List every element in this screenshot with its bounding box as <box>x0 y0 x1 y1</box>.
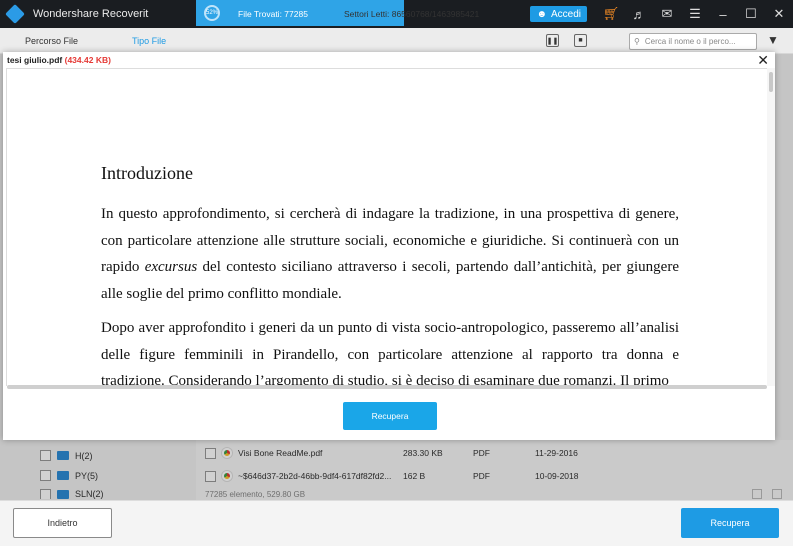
tab-file-type[interactable]: Tipo File <box>132 36 166 46</box>
horizontal-scrollbar[interactable] <box>7 385 767 389</box>
back-button[interactable]: Indietro <box>13 508 112 538</box>
sectors-read: Settori Letti: 86560768/1463985421 <box>344 9 480 19</box>
footer <box>0 500 793 546</box>
preview-filename: tesi giulio.pdf <box>7 55 63 65</box>
files-found: File Trovati: 77285 <box>238 9 308 19</box>
document-viewer[interactable]: Introduzione In questo approfondimento, … <box>6 68 768 386</box>
close-icon[interactable]: ✕ <box>765 0 793 28</box>
cart-icon[interactable]: 🛒︎ <box>597 0 625 28</box>
login-label: Accedi <box>550 8 581 20</box>
recover-button[interactable]: Recupera <box>681 508 779 538</box>
preview-filesize: (434.42 KB) <box>64 55 111 65</box>
search-placeholder: Cerca il nome o il perco... <box>644 37 736 46</box>
scrollbar-thumb[interactable] <box>769 72 773 92</box>
preview-dialog: tesi giulio.pdf (434.42 KB) ✕ Introduzio… <box>3 52 775 440</box>
stop-button[interactable]: ■ <box>574 34 587 47</box>
document-paragraph: Dopo aver approfondito i generi da un pu… <box>101 320 679 386</box>
menu-icon[interactable]: ☰ <box>681 0 709 28</box>
close-icon[interactable]: ✕ <box>757 52 769 68</box>
document-paragraph: In questo approfondimento, si cercherà d… <box>101 201 679 307</box>
mail-icon[interactable]: ✉ <box>653 0 681 28</box>
scan-progress-bar: 52% File Trovati: 77285 Settori Letti: 8… <box>196 0 479 26</box>
tab-file-path[interactable]: Percorso File <box>25 36 78 46</box>
pause-icon: ❚❚ <box>546 37 559 45</box>
app-title: Wondershare Recoverit <box>33 8 149 20</box>
preview-title: tesi giulio.pdf (434.42 KB) <box>7 55 111 65</box>
vertical-scrollbar[interactable] <box>767 68 775 386</box>
headset-icon[interactable]: ♬ <box>625 0 653 28</box>
minimize-icon[interactable]: – <box>709 0 737 28</box>
paragraph-emphasis: excursus <box>144 259 198 275</box>
stop-icon: ■ <box>578 37 583 44</box>
filter-icon[interactable]: ▼ <box>767 33 779 47</box>
document-heading: Introduzione <box>101 163 193 183</box>
preview-recover-button[interactable]: Recupera <box>343 402 437 430</box>
preview-header: tesi giulio.pdf (434.42 KB) ✕ <box>3 52 775 68</box>
login-button[interactable]: ☻ Accedi <box>530 6 587 22</box>
search-input[interactable]: ⚲ Cerca il nome o il perco... <box>629 33 757 50</box>
title-bar-controls: ☻ Accedi 🛒︎ ♬ ✉ ☰ – ☐ ✕ <box>530 0 793 28</box>
document-page: Introduzione In questo approfondimento, … <box>101 163 679 386</box>
pause-button[interactable]: ❚❚ <box>546 34 559 47</box>
progress-circle: 52% <box>204 5 220 21</box>
search-icon: ⚲ <box>634 37 640 46</box>
maximize-icon[interactable]: ☐ <box>737 0 765 28</box>
user-icon: ☻ <box>536 8 547 20</box>
recoverit-logo-icon <box>5 4 25 24</box>
